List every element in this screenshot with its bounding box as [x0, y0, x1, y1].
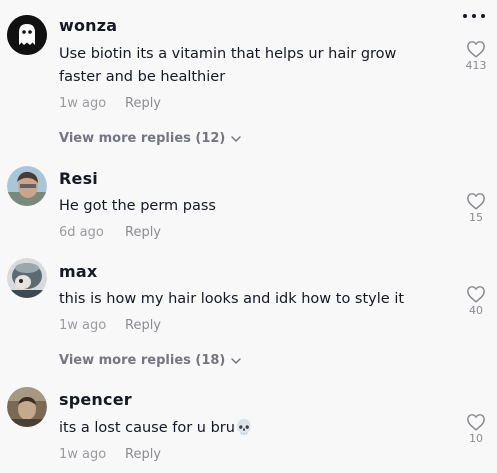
like-button[interactable]: 413: [464, 40, 488, 72]
avatar[interactable]: [7, 166, 47, 206]
like-button[interactable]: 40: [464, 285, 488, 317]
reply-button[interactable]: Reply: [125, 225, 161, 240]
avatar[interactable]: [7, 15, 47, 55]
comment-meta: 6d ago Reply: [59, 225, 161, 240]
comment-meta: 1w ago Reply: [59, 96, 161, 111]
view-more-replies-button[interactable]: View more replies (12): [59, 131, 242, 146]
like-count: 10: [469, 432, 483, 445]
comment-username[interactable]: wonza: [59, 16, 117, 35]
more-dot: [481, 14, 485, 18]
more-options-button[interactable]: [463, 12, 485, 20]
comment-text: Use biotin its a vitamin that helps ur h…: [59, 46, 397, 85]
heart-outline-icon: [467, 193, 485, 210]
like-button[interactable]: 10: [464, 413, 488, 445]
comment-time: 1w ago: [59, 96, 107, 111]
like-count: 413: [465, 59, 487, 72]
more-dot: [463, 14, 467, 18]
comment-text: its a lost cause for u bru💀: [59, 420, 254, 436]
comment-time: 1w ago: [59, 447, 107, 462]
comment-time: 6d ago: [59, 225, 104, 240]
avatar[interactable]: [7, 258, 47, 298]
comment-username[interactable]: spencer: [59, 390, 132, 409]
heart-outline-icon: [467, 286, 485, 303]
view-more-replies-label: View more replies (18): [59, 353, 226, 368]
chevron-down-icon: [231, 135, 242, 142]
comment-meta: 1w ago Reply: [59, 318, 161, 333]
comment-text: this is how my hair looks and idk how to…: [59, 291, 405, 307]
user-photo-icon: [7, 166, 47, 206]
chevron-down-icon: [231, 357, 242, 364]
view-more-replies-label: View more replies (12): [59, 131, 226, 146]
like-count: 40: [469, 304, 483, 317]
comment-username[interactable]: Resi: [59, 169, 98, 188]
user-photo-icon: [7, 387, 47, 427]
reply-button[interactable]: Reply: [125, 318, 161, 333]
like-count: 15: [469, 211, 483, 224]
view-more-replies-button[interactable]: View more replies (18): [59, 353, 242, 368]
comment-time: 1w ago: [59, 318, 107, 333]
heart-outline-icon: [467, 414, 485, 431]
heart-outline-icon: [467, 41, 485, 58]
more-dot: [472, 14, 476, 18]
reply-button[interactable]: Reply: [125, 96, 161, 111]
comment-username[interactable]: max: [59, 262, 97, 281]
user-photo-icon: [7, 258, 47, 298]
ghost-avatar-icon: [7, 15, 47, 55]
comment-text: He got the perm pass: [59, 198, 216, 214]
reply-button[interactable]: Reply: [125, 447, 161, 462]
like-button[interactable]: 15: [464, 192, 488, 224]
avatar[interactable]: [7, 387, 47, 427]
comment-meta: 1w ago Reply: [59, 447, 161, 462]
